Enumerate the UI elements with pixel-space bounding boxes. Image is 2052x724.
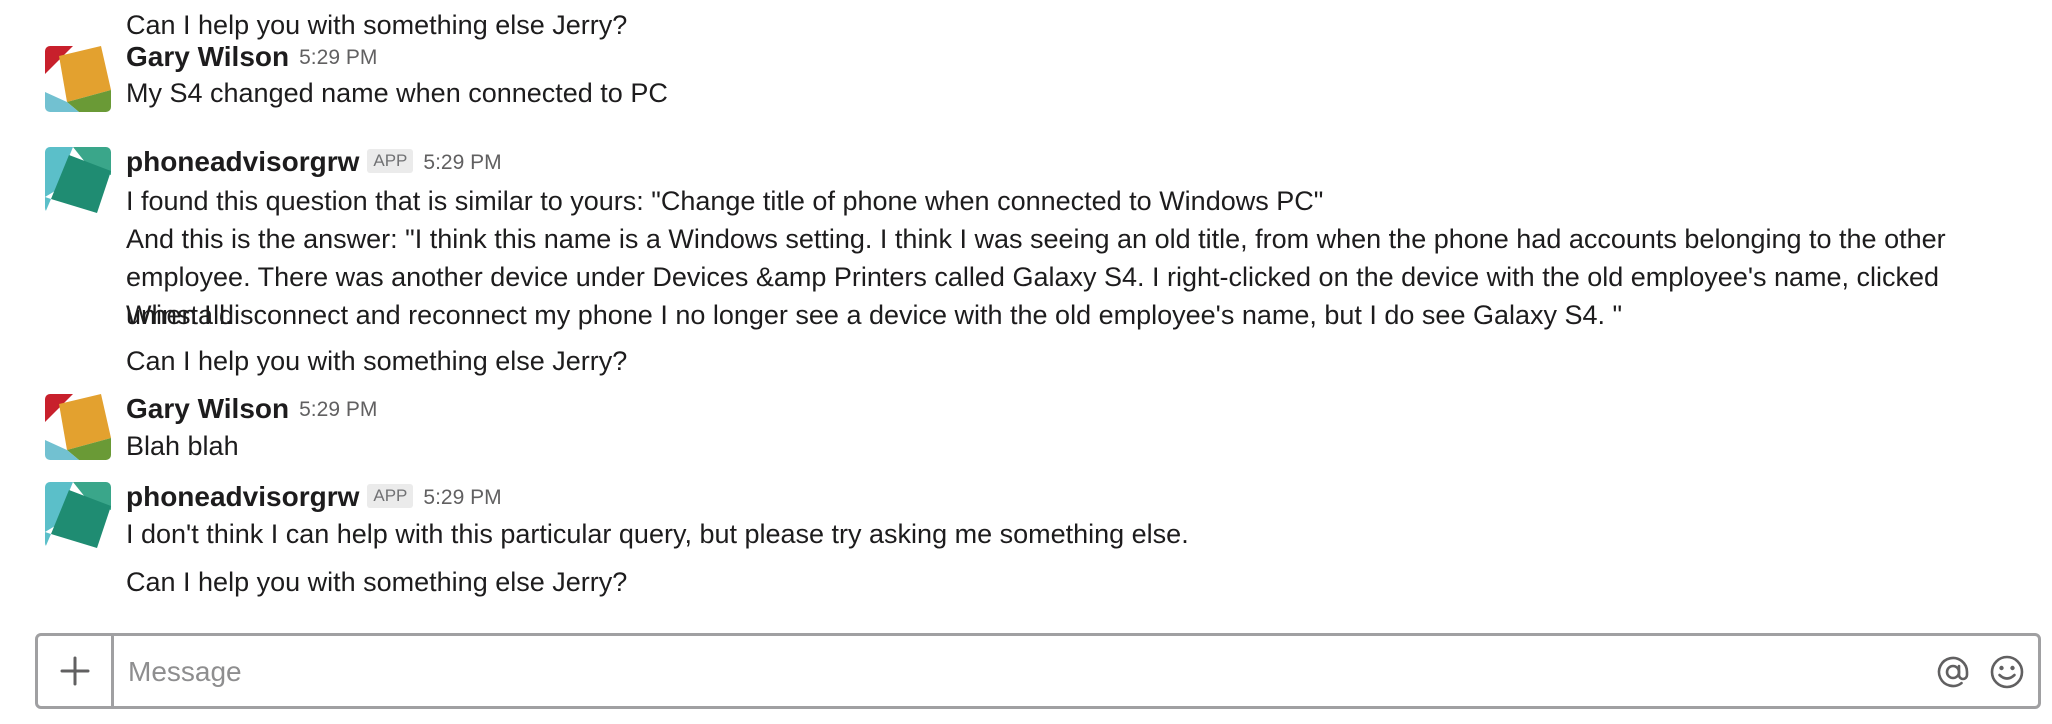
author-name[interactable]: phoneadvisorgrw xyxy=(126,146,359,177)
message-timestamp[interactable]: 5:29 PM xyxy=(423,486,501,509)
author-name[interactable]: Gary Wilson xyxy=(126,41,289,72)
author-name[interactable]: Gary Wilson xyxy=(126,393,289,424)
message-line: Can I help you with something else Jerry… xyxy=(126,567,628,597)
message-line: Can I help you with something else Jerry… xyxy=(126,10,628,40)
emoji-button[interactable] xyxy=(1988,653,2026,691)
message-line: I don't think I can help with this parti… xyxy=(126,519,1189,549)
message-timestamp[interactable]: 5:29 PM xyxy=(299,398,377,421)
message-timestamp[interactable]: 5:29 PM xyxy=(423,151,501,174)
message-header: phoneadvisorgrw APP 5:29 PM xyxy=(126,480,502,514)
message-input[interactable] xyxy=(126,646,1930,698)
app-badge: APP xyxy=(367,484,414,508)
plus-icon xyxy=(60,656,89,686)
message-line: My S4 changed name when connected to PC xyxy=(126,78,668,108)
message-line: Blah blah xyxy=(126,431,239,461)
app-badge: APP xyxy=(367,149,414,173)
message-line: And this is the answer: "I think this na… xyxy=(126,224,1946,254)
message-line: Can I help you with something else Jerry… xyxy=(126,346,628,376)
mention-button[interactable] xyxy=(1934,653,1972,691)
bot-avatar[interactable] xyxy=(45,147,111,213)
message-composer xyxy=(35,633,2041,709)
user-avatar-image xyxy=(45,394,111,460)
bot-avatar-image xyxy=(45,147,111,213)
at-sign-icon xyxy=(1937,656,1969,688)
message-timestamp[interactable]: 5:29 PM xyxy=(299,46,377,69)
message-line: When I disconnect and reconnect my phone… xyxy=(126,300,1623,330)
attach-button[interactable] xyxy=(38,636,114,706)
message-header: Gary Wilson 5:29 PM xyxy=(126,40,377,74)
user-avatar[interactable] xyxy=(45,394,111,460)
smiley-icon xyxy=(1990,655,2024,689)
author-name[interactable]: phoneadvisorgrw xyxy=(126,481,359,512)
bot-avatar[interactable] xyxy=(45,482,111,548)
user-avatar[interactable] xyxy=(45,46,111,112)
message-header: Gary Wilson 5:29 PM xyxy=(126,392,377,426)
bot-avatar-image xyxy=(45,482,111,548)
message-line: I found this question that is similar to… xyxy=(126,186,1324,216)
user-avatar-image xyxy=(45,46,111,112)
message-list: Can I help you with something else Jerry… xyxy=(0,0,2052,620)
message-header: phoneadvisorgrw APP 5:29 PM xyxy=(126,145,502,179)
